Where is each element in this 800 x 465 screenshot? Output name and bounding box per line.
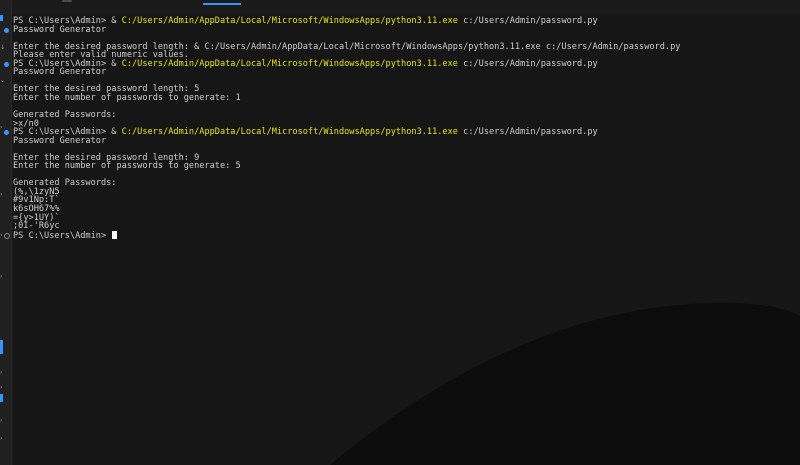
strip-glyph: › (0, 273, 3, 280)
terminal-text-segment: Password Generator (13, 24, 107, 35)
terminal-line: ={y>1UY)` (13, 213, 680, 223)
terminal-text-segment: Enter the number of passwords to generat… (13, 92, 241, 103)
command-success-dot-icon[interactable] (4, 61, 9, 67)
terminal-line: (%,\1zyN5 (13, 188, 680, 197)
terminal-line: Password Generator (13, 135, 680, 146)
terminal-text-segment: Enter the number of passwords to generat… (13, 161, 241, 172)
terminal-line: k6sOH67%% (13, 205, 680, 214)
terminal-output[interactable]: PS C:\Users\Admin> & C:/Users/Admin/AppD… (4, 17, 680, 241)
terminal-line: Password Generator (13, 68, 680, 77)
strip-glyph: › (0, 417, 3, 424)
strip-glyph: › (0, 435, 3, 442)
strip-glyph: ↓ (0, 44, 6, 51)
terminal-line: PS C:\Users\Admin> & C:/Users/Admin/AppD… (13, 17, 680, 26)
strip-glyph: › (0, 124, 3, 131)
terminal-text-segment: ;0I-'R6yc (13, 221, 60, 232)
strip-accent (0, 340, 3, 354)
terminal-line: PS C:\Users\Admin> (4, 230, 680, 241)
terminal-text-segment: Password Generator (13, 67, 107, 78)
strip-glyph: › (0, 191, 3, 198)
strip-accent (0, 394, 3, 402)
terminal-line: Generated Passwords: (13, 179, 680, 188)
terminal-text-segment: c:/Users/Admin/password.py (457, 127, 598, 138)
terminal-text-segment: PS C:\Users\Admin> (13, 230, 112, 241)
terminal-text-segment: Password Generator (13, 135, 107, 146)
terminal-tab-active-indicator[interactable] (203, 3, 241, 5)
command-success-dot-icon[interactable] (4, 27, 9, 33)
terminal-line: PS C:\Users\Admin> & C:/Users/Admin/AppD… (4, 127, 680, 138)
terminal-text-segment: C:/Users/Admin/AppData/Local/Microsoft/W… (121, 127, 458, 138)
terminal-cursor (112, 230, 118, 239)
terminal-line: Enter the number of passwords to generat… (13, 94, 680, 103)
strip-glyph: ⌄ (0, 77, 6, 84)
strip-glyph: › (0, 369, 3, 376)
terminal-text-segment: C:/Users/Admin/AppData/Local/Microsoft/W… (121, 16, 458, 26)
strip-accent-top (0, 15, 3, 21)
terminal-line: Password Generator (4, 24, 680, 35)
terminal-text-segment: c:/Users/Admin/password.py (457, 58, 598, 69)
terminal-line: Generated Passwords: (13, 111, 680, 120)
terminal-line: #9v1Np:T` (13, 196, 680, 205)
terminal-text-segment: c:/Users/Admin/password.py (457, 16, 598, 26)
terminal-text-segment: C:/Users/Admin/AppData/Local/Microsoft/W… (121, 58, 458, 69)
terminal-line: ;0I-'R6yc (13, 222, 680, 231)
tab-indicator-ghost (62, 0, 72, 2)
terminal-line: PS C:\Users\Admin> & C:/Users/Admin/AppD… (4, 58, 680, 69)
terminal-line: Enter the number of passwords to generat… (13, 162, 680, 171)
strip-glyph: › (0, 384, 3, 391)
command-pending-dot-icon[interactable] (4, 232, 10, 239)
